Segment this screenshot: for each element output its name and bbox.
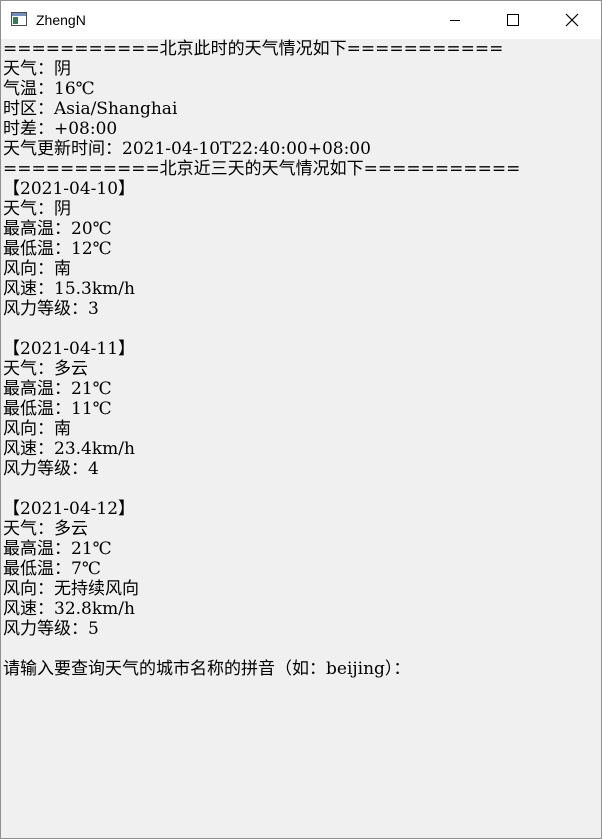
console-line: 风速：32.8km/h bbox=[3, 599, 135, 619]
console-line: 风向：南 bbox=[3, 419, 71, 439]
console-line: 风力等级：4 bbox=[3, 459, 99, 479]
console-line: 天气：阴 bbox=[3, 59, 71, 79]
console-line: 【2021-04-11】 bbox=[3, 339, 136, 359]
console-line: 时区：Asia/Shanghai bbox=[3, 99, 178, 119]
console-line: 风向：南 bbox=[3, 259, 71, 279]
console-line: 天气：多云 bbox=[3, 359, 88, 379]
close-button[interactable] bbox=[549, 1, 595, 39]
console-line: 最低温：7℃ bbox=[3, 559, 101, 579]
console-line: 最低温：12℃ bbox=[3, 239, 112, 259]
console-line: 最高温：21℃ bbox=[3, 379, 112, 399]
window-title: ZhengN bbox=[36, 12, 86, 28]
console-line: 最高温：20℃ bbox=[3, 219, 112, 239]
console-output[interactable]: ===========北京此时的天气情况如下=========== 天气：阴 气… bbox=[1, 39, 601, 838]
console-line: ===========北京此时的天气情况如下=========== bbox=[3, 39, 504, 59]
console-line: 最高温：21℃ bbox=[3, 539, 112, 559]
console-line: 风速：23.4km/h bbox=[3, 439, 135, 459]
console-line: 风力等级：3 bbox=[3, 299, 99, 319]
maximize-button[interactable] bbox=[490, 1, 536, 39]
console-line: 【2021-04-12】 bbox=[3, 499, 136, 519]
console-app-icon bbox=[11, 12, 27, 26]
title-bar[interactable]: ZhengN bbox=[1, 1, 601, 39]
console-line: 天气：多云 bbox=[3, 519, 88, 539]
console-line: 最低温：11℃ bbox=[3, 399, 112, 419]
minimize-icon bbox=[450, 20, 460, 21]
minimize-button[interactable] bbox=[432, 1, 478, 39]
console-line: 风向：无持续风向 bbox=[3, 579, 139, 599]
close-icon bbox=[565, 13, 579, 27]
console-line: 风力等级：5 bbox=[3, 619, 99, 639]
maximize-icon bbox=[507, 14, 519, 26]
console-line: 气温：16℃ bbox=[3, 79, 95, 99]
console-window: ZhengN ===========北京此时的天气情况如下===========… bbox=[0, 0, 602, 839]
console-line: 时差：+08:00 bbox=[3, 119, 118, 139]
console-line: 天气：阴 bbox=[3, 199, 71, 219]
console-line: 【2021-04-10】 bbox=[3, 179, 136, 199]
console-line: ===========北京近三天的天气情况如下=========== bbox=[3, 159, 521, 179]
console-input-prompt[interactable]: 请输入要查询天气的城市名称的拼音（如：beijing）： bbox=[3, 659, 410, 679]
console-line: 风速：15.3km/h bbox=[3, 279, 135, 299]
console-line: 天气更新时间：2021-04-10T22:40:00+08:00 bbox=[3, 139, 371, 159]
